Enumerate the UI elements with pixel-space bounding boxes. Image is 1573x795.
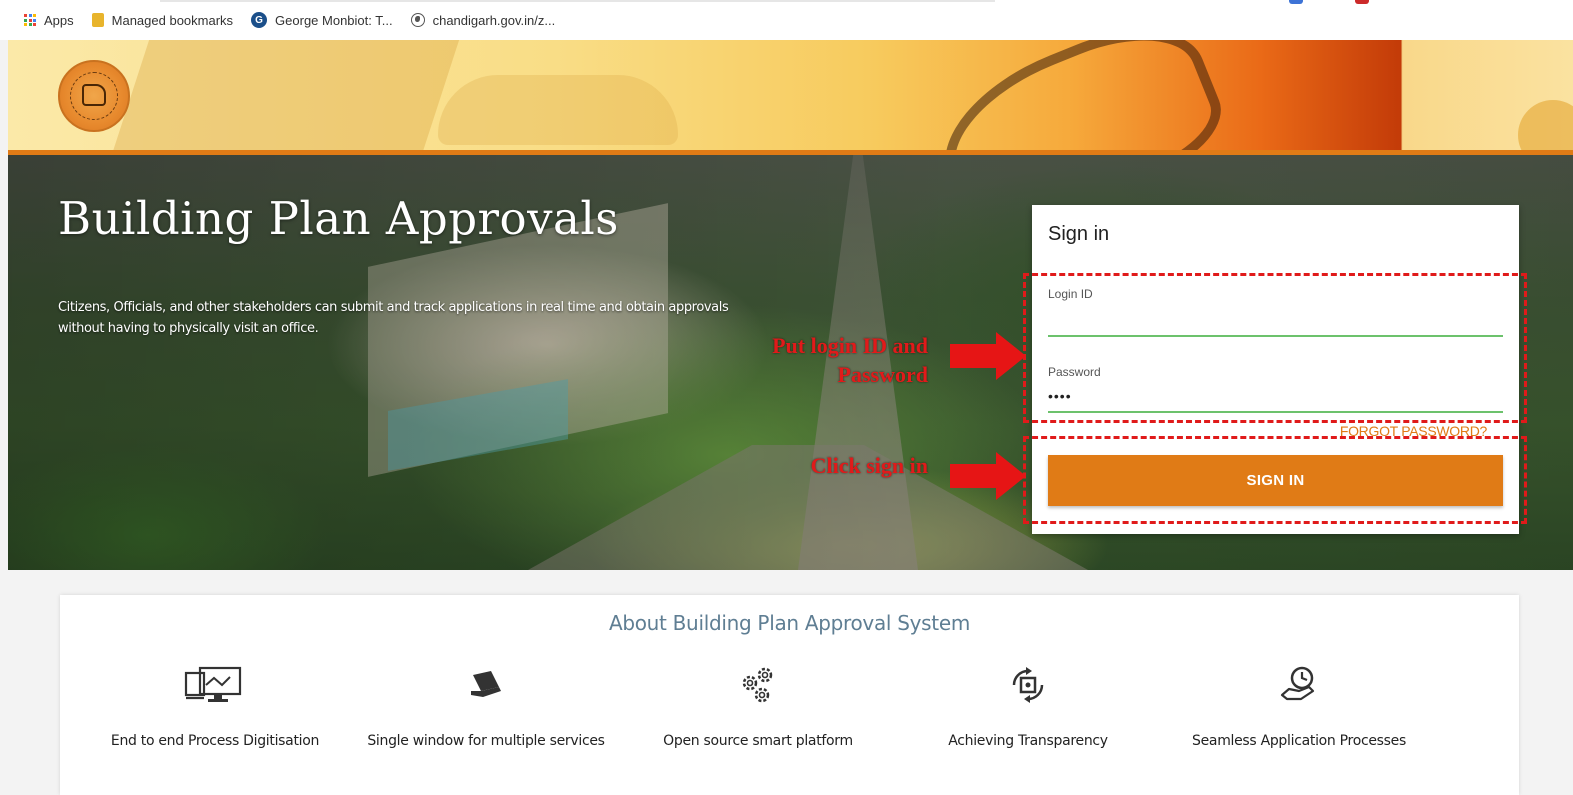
site-banner (8, 40, 1573, 154)
feature-label: Seamless Application Processes (1192, 733, 1406, 749)
banner-graphic (438, 75, 678, 145)
feature-label: Achieving Transparency (948, 733, 1108, 749)
bookmarks-bar: Apps Managed bookmarks G George Monbiot:… (0, 0, 1573, 40)
extension-icon[interactable] (1355, 0, 1369, 4)
folder-icon (91, 13, 104, 27)
feature-label: Single window for multiple services (367, 733, 605, 749)
feature-process-digitisation: End to end Process Digitisation (95, 665, 335, 752)
feature-label: End to end Process Digitisation (110, 733, 320, 749)
signin-title: Sign in (1048, 223, 1110, 245)
feature-transparency: Achieving Transparency (908, 665, 1148, 752)
apps-grid-dot (24, 18, 27, 22)
bookmark-george-monbiot[interactable]: G George Monbiot: T... (251, 12, 393, 28)
apps-grid-dot (33, 23, 36, 26)
feature-open-source: Open source smart platform (638, 665, 878, 752)
annotation-click-signin: Click sign in (810, 453, 928, 478)
open-hand-icon (82, 84, 106, 106)
banner-graphic (920, 40, 1236, 154)
devices-sync-icon (184, 666, 242, 702)
banner-graphic (100, 40, 466, 154)
globe-icon (410, 13, 425, 27)
apps-grid-dot (33, 14, 36, 17)
about-panel: About Building Plan Approval System End … (60, 595, 1519, 795)
apps-grid-dot (28, 23, 32, 26)
apps-grid-icon (24, 14, 36, 26)
bookmark-chandigarh[interactable]: chandigarh.gov.in/z... (410, 12, 556, 28)
laptop-icon (471, 671, 501, 697)
address-bar-edge (160, 0, 995, 2)
bookmark-label: George Monbiot: T... (275, 12, 393, 28)
feature-seamless-processes: Seamless Application Processes (1179, 665, 1419, 752)
site-favicon-icon: G (251, 12, 268, 28)
transparency-exchange-icon (1012, 667, 1044, 703)
apps-grid-dot (33, 18, 36, 22)
hero-description: Citizens, Officials, and other stakehold… (58, 300, 729, 336)
annotation-put-login: Put login ID and Password (772, 333, 928, 387)
bookmark-apps[interactable]: Apps (24, 13, 74, 28)
annotation-box-credentials (1023, 273, 1527, 423)
extension-icon[interactable] (1289, 0, 1303, 4)
apps-grid-dot (24, 23, 27, 26)
apps-grid-dot (24, 14, 27, 17)
annotation-arrow-icon (950, 332, 1026, 380)
hand-clock-icon (1280, 666, 1315, 701)
chandigarh-emblem-logo[interactable] (58, 60, 130, 132)
bookmark-label: Apps (44, 12, 74, 28)
feature-single-window: Single window for multiple services (366, 665, 606, 752)
banner-graphic (1518, 100, 1573, 154)
apps-grid-dot (28, 14, 32, 17)
feature-label: Open source smart platform (663, 733, 853, 749)
apps-grid-dot (28, 18, 32, 22)
page-title: Building Plan Approvals (58, 192, 619, 245)
gears-icon (742, 667, 773, 703)
bookmark-managed-bookmarks[interactable]: Managed bookmarks (91, 12, 234, 28)
about-title: About Building Plan Approval System (608, 611, 971, 635)
annotation-arrow-icon (950, 452, 1026, 500)
bookmark-label: chandigarh.gov.in/z... (432, 12, 556, 28)
annotation-box-signin (1023, 436, 1527, 524)
bookmark-label: Managed bookmarks (111, 12, 234, 28)
